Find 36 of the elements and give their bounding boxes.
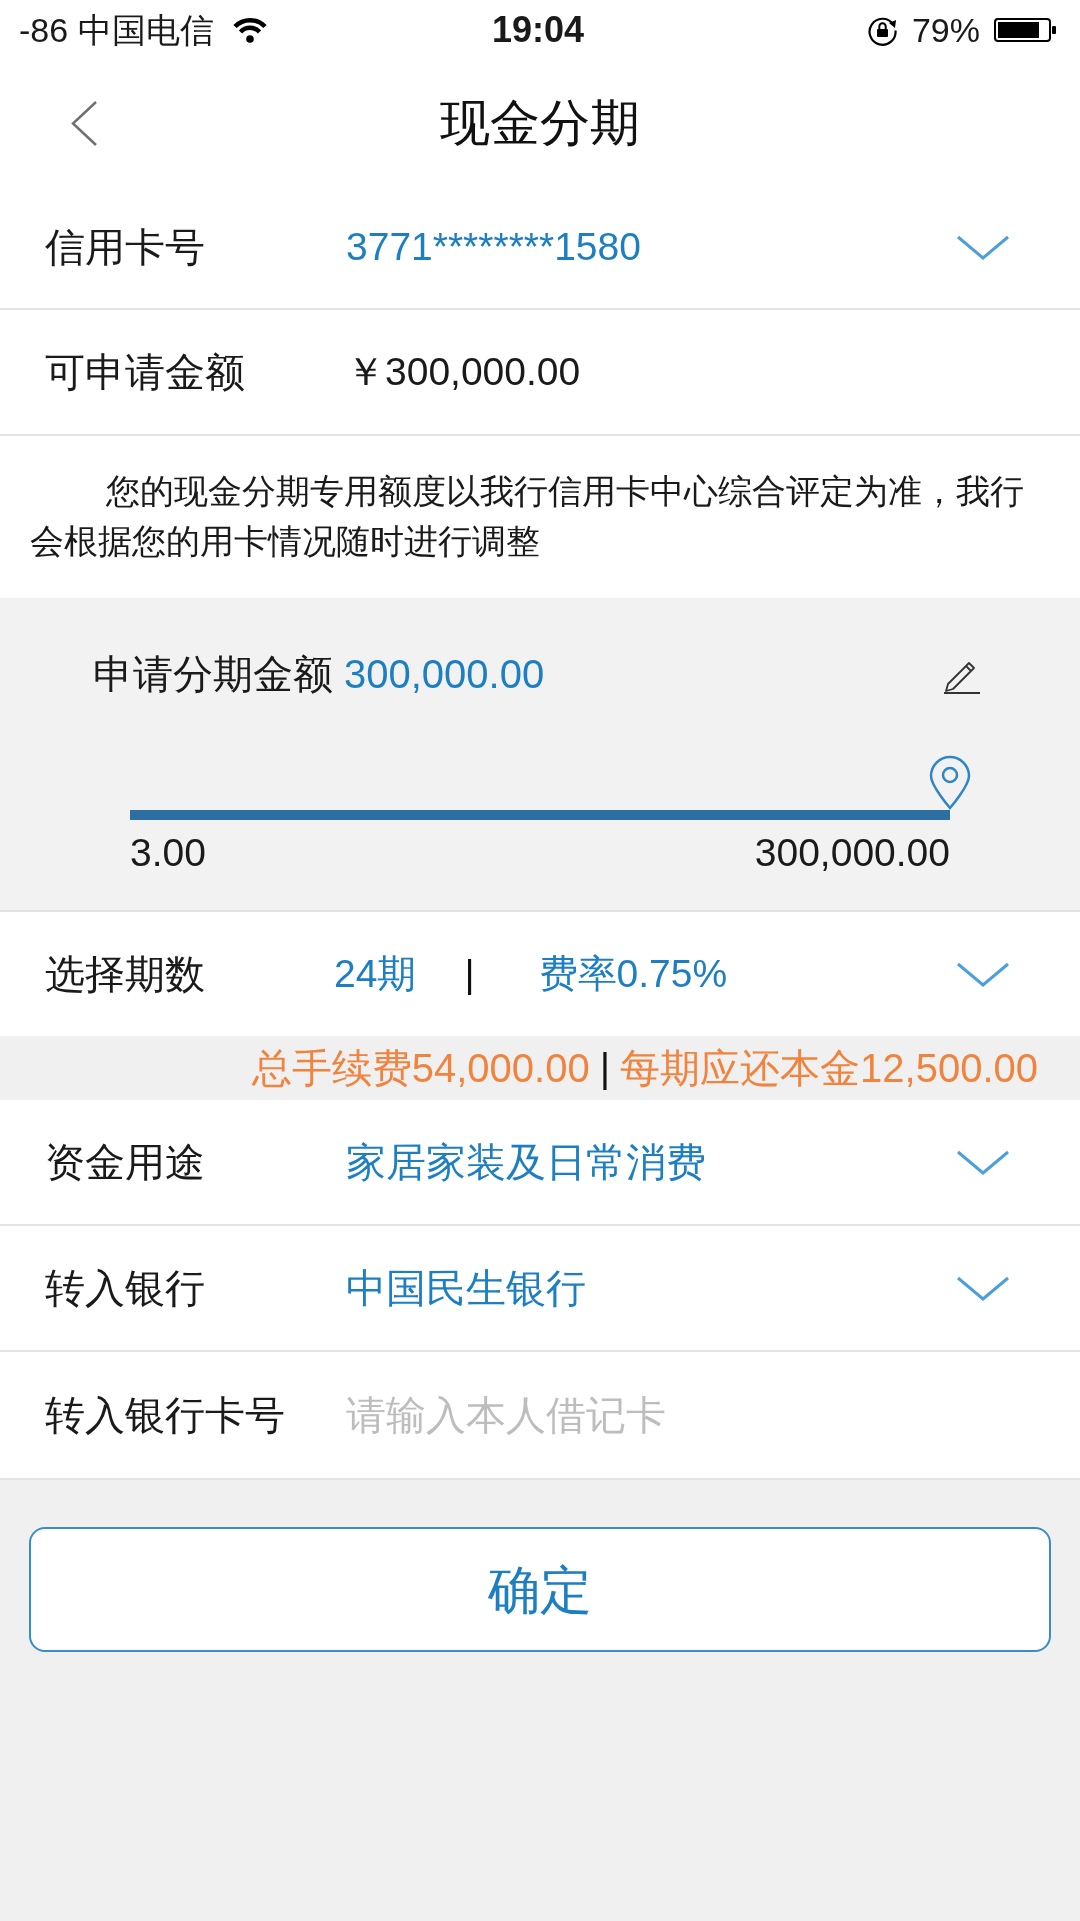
note-text: 您的现金分期专用额度以我行信用卡中心综合评定为准，我行会根据您的用卡情况随时进行调整 (30, 471, 1025, 562)
slider-max-label: 300,000.00 (754, 830, 950, 876)
back-chevron-icon[interactable] (70, 99, 98, 147)
card-number-field[interactable]: 转入银行卡号 请输入本人借记卡 (0, 1352, 1080, 1480)
field-label: 转入银行卡号 (45, 1392, 286, 1439)
map-pin-icon[interactable] (928, 755, 972, 810)
separator-text: | (464, 951, 475, 997)
confirm-button[interactable]: 确定 (29, 1527, 1051, 1652)
chevron-down-icon[interactable] (956, 961, 1010, 987)
chevron-down-icon[interactable] (956, 1275, 1010, 1301)
carrier-text: -86 中国电信 (19, 10, 214, 50)
chevron-down-icon[interactable] (956, 234, 1010, 260)
chevron-down-icon[interactable] (956, 1149, 1010, 1175)
total-fee-text: 总手续费54,000.00 (251, 1045, 590, 1091)
installment-term-value[interactable]: 24期 (334, 950, 417, 998)
amount-value: 300,000.00 (344, 651, 545, 697)
field-label: 信用卡号 (45, 224, 206, 271)
field-label: 资金用途 (45, 1139, 206, 1186)
field-label: 可申请金额 (45, 349, 246, 396)
field-label: 转入银行 (45, 1265, 206, 1312)
separator-text: | (599, 1045, 611, 1091)
field-label: 选择期数 (45, 951, 206, 998)
slider-track[interactable] (130, 810, 950, 820)
available-amount-value: ￥300,000.00 (346, 349, 581, 395)
amount-label: 申请分期金额 (93, 651, 333, 697)
slider-min-label: 3.00 (130, 830, 206, 876)
fee-rate-value: 费率0.75% (538, 951, 728, 997)
battery-icon (994, 18, 1057, 42)
card-number-value[interactable]: 3771********1580 (346, 223, 641, 271)
battery-percent-text: 79% (911, 10, 980, 50)
bank-value[interactable]: 中国民生银行 (346, 1264, 586, 1312)
per-period-principal-text: 每期应还本金12,500.00 (620, 1045, 1038, 1091)
clock-text: 19:04 (491, 10, 585, 50)
fund-purpose-value[interactable]: 家居家装及日常消费 (346, 1138, 706, 1186)
wifi-icon (231, 17, 268, 43)
page-title: 现金分期 (440, 94, 640, 153)
